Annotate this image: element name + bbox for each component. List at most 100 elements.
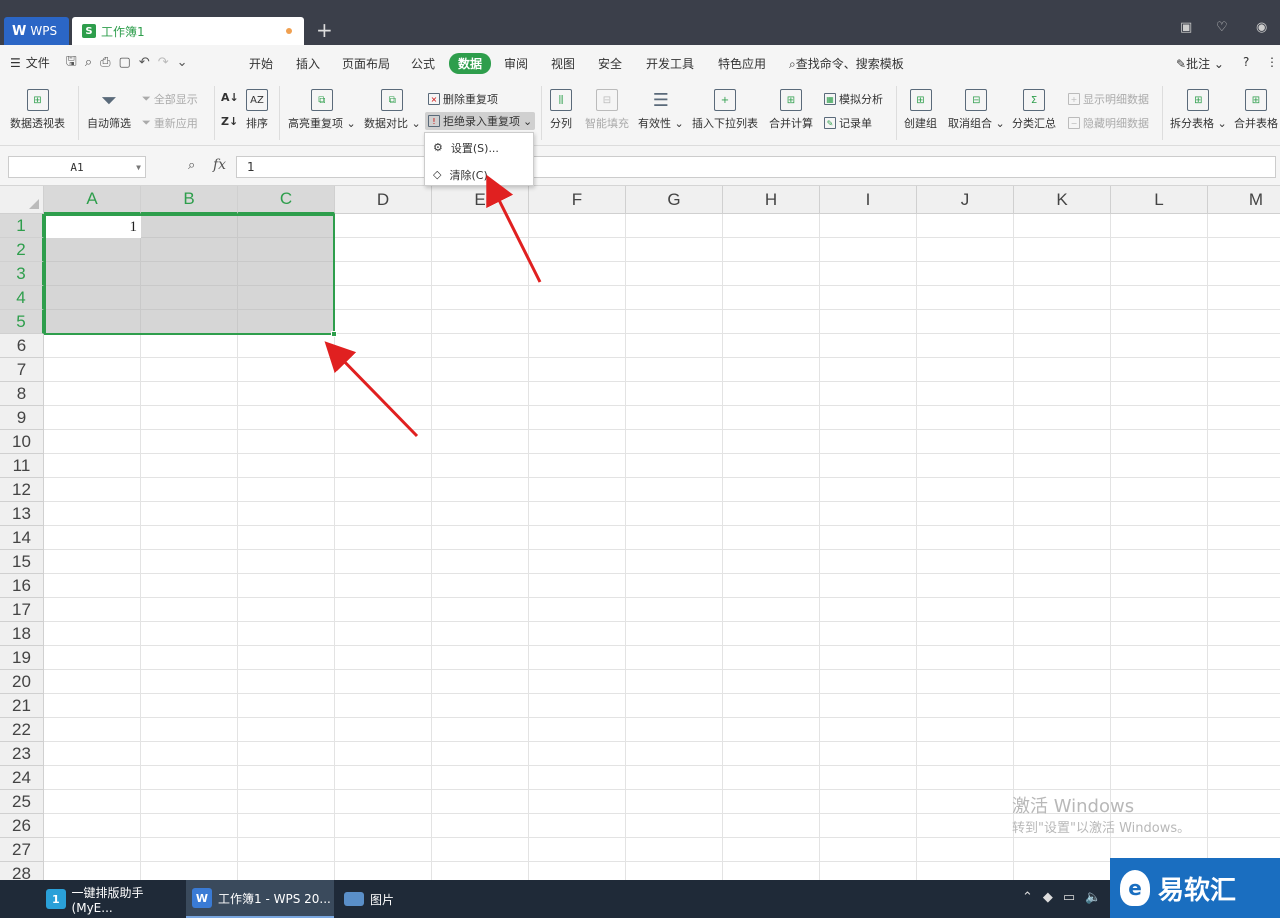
row-header-13[interactable]: 13: [0, 502, 44, 526]
autofilter-button[interactable]: ⏷ 自动筛选: [87, 88, 131, 131]
row-header-23[interactable]: 23: [0, 742, 44, 766]
row-header-5[interactable]: 5: [0, 310, 44, 334]
row-header-9[interactable]: 9: [0, 406, 44, 430]
chevron-up-icon[interactable]: ⌃: [1022, 890, 1033, 905]
row-header-10[interactable]: 10: [0, 430, 44, 454]
row-header-27[interactable]: 27: [0, 838, 44, 862]
split-column-button[interactable]: ⫼ 分列: [550, 89, 572, 131]
more-icon[interactable]: ⋮: [1266, 55, 1278, 69]
row-header-18[interactable]: 18: [0, 622, 44, 646]
simulate-analysis-button[interactable]: ▦ 模拟分析: [824, 91, 883, 107]
skin-icon[interactable]: ♡: [1216, 20, 1228, 35]
row-header-21[interactable]: 21: [0, 694, 44, 718]
menu-home[interactable]: 开始: [249, 55, 273, 72]
merge-table-button[interactable]: ⊞ 合并表格: [1234, 89, 1278, 131]
window-count-icon[interactable]: ▣: [1180, 20, 1192, 35]
wps-home-tab[interactable]: W WPS: [4, 17, 69, 45]
file-menu[interactable]: ☰ 文件: [10, 54, 50, 71]
select-all-corner[interactable]: [0, 186, 44, 214]
sort-desc-icon[interactable]: Z↓: [221, 115, 238, 128]
column-header-e[interactable]: E: [432, 186, 529, 214]
row-header-11[interactable]: 11: [0, 454, 44, 478]
record-form-button[interactable]: ✎ 记录单: [824, 115, 872, 131]
menu-special[interactable]: 特色应用: [718, 55, 766, 72]
menu-page-layout[interactable]: 页面布局: [342, 55, 390, 72]
sort-button[interactable]: AZ 排序: [246, 89, 268, 131]
pivot-table-button[interactable]: ⊞ 数据透视表: [10, 89, 65, 131]
user-avatar-icon[interactable]: ◉: [1256, 20, 1267, 35]
menu-insert[interactable]: 插入: [296, 55, 320, 72]
row-header-6[interactable]: 6: [0, 334, 44, 358]
row-header-28[interactable]: 28: [0, 862, 44, 880]
display-icon[interactable]: ▭: [1063, 890, 1075, 905]
row-header-2[interactable]: 2: [0, 238, 44, 262]
taskbar-app-wps[interactable]: W 工作簿1 - WPS 20...: [186, 880, 334, 918]
sort-asc-icon[interactable]: A↓: [221, 91, 239, 104]
column-header-m[interactable]: M: [1208, 186, 1280, 214]
column-header-d[interactable]: D: [335, 186, 432, 214]
row-header-3[interactable]: 3: [0, 262, 44, 286]
show-detail-button[interactable]: + 显示明细数据: [1068, 91, 1149, 107]
print-preview-icon[interactable]: ▢: [119, 55, 131, 70]
create-group-button[interactable]: ⊞ 创建组: [904, 89, 937, 131]
print-icon[interactable]: ⎙: [100, 55, 110, 70]
ungroup-button[interactable]: ⊟ 取消组合 ⌄: [948, 89, 1005, 131]
menu-review[interactable]: 审阅: [504, 55, 528, 72]
chevron-down-icon[interactable]: ▼: [136, 163, 141, 172]
column-header-k[interactable]: K: [1014, 186, 1111, 214]
function-icon[interactable]: fx: [213, 157, 226, 173]
save-icon[interactable]: 🖫: [66, 52, 77, 74]
name-box[interactable]: A1 ▼: [8, 156, 146, 178]
taskbar-app-images[interactable]: 图片: [338, 880, 478, 918]
undo-icon[interactable]: ↶: [139, 55, 150, 70]
smart-fill-button[interactable]: ⊟ 智能填充: [585, 89, 629, 131]
cell-a1[interactable]: 1: [46, 216, 141, 238]
row-header-24[interactable]: 24: [0, 766, 44, 790]
menu-data[interactable]: 数据: [449, 53, 492, 74]
formula-input[interactable]: 1: [236, 156, 1276, 178]
menu-formula[interactable]: 公式: [411, 55, 435, 72]
column-header-i[interactable]: I: [820, 186, 917, 214]
row-header-7[interactable]: 7: [0, 358, 44, 382]
command-search[interactable]: ⌕查找命令、搜索模板: [789, 55, 904, 72]
row-header-16[interactable]: 16: [0, 574, 44, 598]
help-button[interactable]: ?: [1243, 55, 1249, 69]
delete-duplicates-button[interactable]: × 删除重复项: [428, 91, 498, 107]
highlight-duplicates-button[interactable]: ⧉ 高亮重复项 ⌄: [288, 89, 356, 131]
column-header-b[interactable]: B: [141, 186, 238, 214]
redo-icon[interactable]: ↷: [158, 55, 169, 70]
row-header-25[interactable]: 25: [0, 790, 44, 814]
row-header-22[interactable]: 22: [0, 718, 44, 742]
volume-icon[interactable]: 🔈: [1085, 890, 1101, 905]
row-header-4[interactable]: 4: [0, 286, 44, 310]
row-header-8[interactable]: 8: [0, 382, 44, 406]
menu-security[interactable]: 安全: [598, 55, 622, 72]
reapply-button[interactable]: ⏷ 重新应用: [142, 115, 198, 131]
menu-view[interactable]: 视图: [551, 55, 575, 72]
column-header-l[interactable]: L: [1111, 186, 1208, 214]
new-tab-button[interactable]: +: [316, 18, 333, 42]
fill-handle[interactable]: [331, 331, 337, 337]
column-header-g[interactable]: G: [626, 186, 723, 214]
subtotal-button[interactable]: Σ 分类汇总: [1012, 89, 1056, 131]
row-header-14[interactable]: 14: [0, 526, 44, 550]
insert-dropdown-button[interactable]: + 插入下拉列表: [692, 89, 758, 131]
row-header-26[interactable]: 26: [0, 814, 44, 838]
split-table-button[interactable]: ⊞ 拆分表格 ⌄: [1170, 89, 1227, 131]
show-all-button[interactable]: ⏷ 全部显示: [142, 91, 198, 107]
column-header-c[interactable]: C: [238, 186, 335, 214]
network-shield-icon[interactable]: ◆: [1043, 890, 1053, 905]
row-header-20[interactable]: 20: [0, 670, 44, 694]
annotate-button[interactable]: ✎批注 ⌄: [1176, 55, 1224, 72]
menu-developer[interactable]: 开发工具: [646, 55, 694, 72]
zoom-icon[interactable]: ⌕: [188, 158, 195, 173]
data-compare-button[interactable]: ⧉ 数据对比 ⌄: [364, 89, 421, 131]
format-painter-icon[interactable]: ⌕: [85, 55, 92, 70]
column-header-f[interactable]: F: [529, 186, 626, 214]
row-header-17[interactable]: 17: [0, 598, 44, 622]
validity-button[interactable]: ☰ 有效性 ⌄: [638, 89, 684, 131]
document-tab[interactable]: S 工作簿1: [72, 17, 304, 45]
hide-detail-button[interactable]: − 隐藏明细数据: [1068, 115, 1149, 131]
column-header-h[interactable]: H: [723, 186, 820, 214]
column-header-j[interactable]: J: [917, 186, 1014, 214]
